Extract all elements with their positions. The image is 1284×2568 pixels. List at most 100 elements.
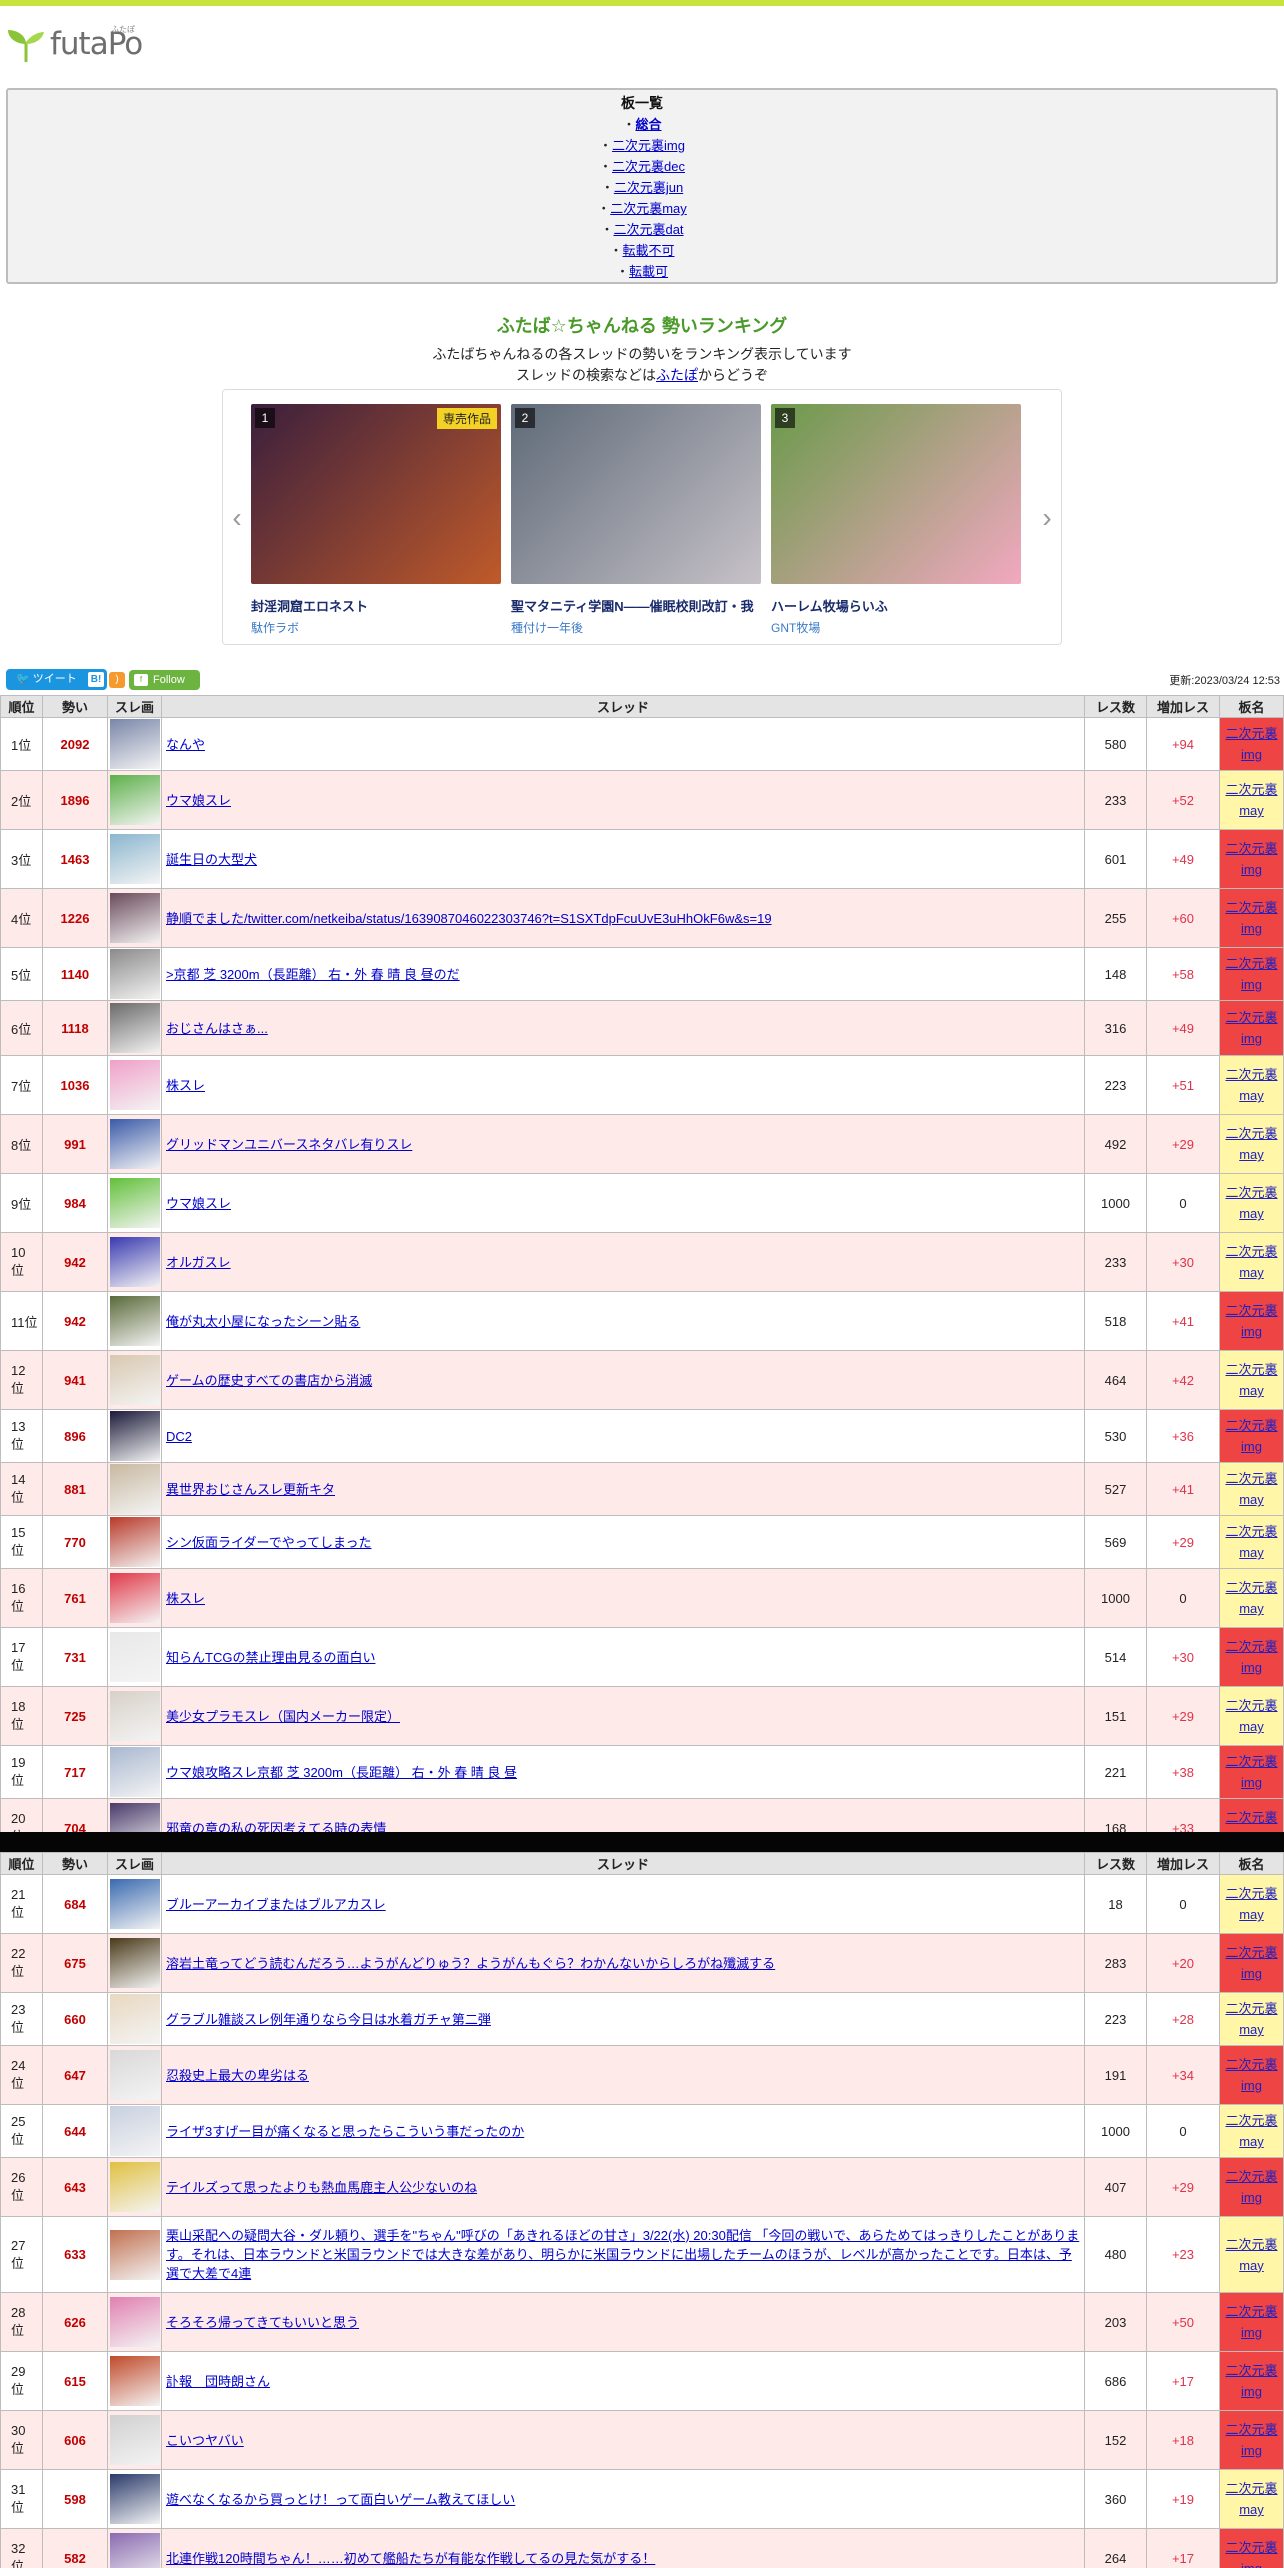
thread-link[interactable]: 静順でました/twitter.com/netkeiba/status/16390… xyxy=(166,909,772,928)
thread-thumbnail[interactable] xyxy=(107,1515,162,1569)
thread-link[interactable]: 忍殺史上最大の卑劣はる xyxy=(166,2066,309,2085)
thread-thumbnail[interactable] xyxy=(107,888,162,948)
board-name-link[interactable]: 二次元裏 img xyxy=(1225,2540,1277,2568)
board-link[interactable]: 二次元裏jun xyxy=(614,180,683,195)
thread-thumbnail[interactable] xyxy=(107,1173,162,1233)
board-name-link[interactable]: 二次元裏 may xyxy=(1225,2001,1277,2037)
thread-link[interactable]: おじさんはさぁ... xyxy=(166,1019,268,1038)
board-name-link[interactable]: 二次元裏 img xyxy=(1225,2057,1277,2093)
thread-link[interactable]: 訃報 団時朗さん xyxy=(166,2372,270,2391)
thread-thumbnail[interactable] xyxy=(107,1568,162,1628)
thread-thumbnail[interactable] xyxy=(107,1291,162,1351)
thread-link[interactable]: 異世界おじさんスレ更新キタ xyxy=(166,1480,335,1499)
thread-thumbnail[interactable] xyxy=(107,2351,162,2411)
board-name-link[interactable]: 二次元裏 may xyxy=(1225,2481,1277,2517)
product-card[interactable]: 2 聖マタニティ学園N――催眠校則改訂・我 種付け一年後 xyxy=(511,404,761,636)
thread-thumbnail[interactable] xyxy=(107,717,162,771)
thread-thumbnail[interactable] xyxy=(107,2045,162,2105)
thread-link[interactable]: 俺が丸太小屋になったシーン貼る xyxy=(166,1312,360,1331)
board-link[interactable]: 二次元裏dat xyxy=(613,222,683,237)
board-link[interactable]: 二次元裏may xyxy=(610,201,687,216)
thread-link[interactable]: グリッドマンユニバースネタバレ有りスレ xyxy=(166,1135,412,1154)
board-name-link[interactable]: 二次元裏 may xyxy=(1225,1698,1277,1734)
thread-link[interactable]: 栗山采配への疑問大谷・ダル頼り、選手を"ちゃん"呼びの「あきれるほどの甘さ」3/… xyxy=(166,2226,1080,2283)
thread-thumbnail[interactable] xyxy=(107,1114,162,1174)
thread-link[interactable]: ウマ娘攻略スレ京都 芝 3200m（長距離） 右・外 春 晴 良 昼 xyxy=(166,1763,517,1782)
thread-link[interactable]: 遊べなくなるから買っとけ！って面白いゲーム教えてほしい xyxy=(166,2490,515,2509)
product-thumbnail[interactable]: 2 xyxy=(511,404,761,584)
thread-link[interactable]: ゲームの歴史すべての書店から消滅 xyxy=(166,1371,372,1390)
thread-thumbnail[interactable] xyxy=(107,1933,162,1993)
thread-thumbnail[interactable] xyxy=(107,1000,162,1056)
thread-thumbnail[interactable] xyxy=(107,2157,162,2217)
thread-thumbnail[interactable] xyxy=(107,1992,162,2046)
product-title[interactable]: 聖マタニティ学園N――催眠校則改訂・我 xyxy=(511,596,761,615)
board-name-link[interactable]: 二次元裏 img xyxy=(1225,900,1277,936)
tweet-button[interactable]: 🐦 ツイート B! xyxy=(6,669,107,690)
thread-thumbnail[interactable] xyxy=(107,1686,162,1746)
board-name-link[interactable]: 二次元裏 may xyxy=(1225,2113,1277,2149)
product-title[interactable]: 封淫洞窟エロネスト xyxy=(251,596,501,615)
thread-link[interactable]: ウマ娘スレ xyxy=(166,791,231,810)
product-maker[interactable]: 駄作ラボ xyxy=(251,619,501,636)
product-card[interactable]: 1 専売作品封淫洞窟エロネスト 駄作ラボ xyxy=(251,404,501,636)
thread-thumbnail[interactable] xyxy=(107,1055,162,1115)
board-link[interactable]: 二次元裏img xyxy=(612,138,685,153)
thread-link[interactable]: 誕生日の大型犬 xyxy=(166,850,257,869)
thread-link[interactable]: オルガスレ xyxy=(166,1253,231,1272)
thread-link[interactable]: グラブル雑談スレ例年通りなら今日は水着ガチャ第二弾 xyxy=(166,2010,491,2029)
product-thumbnail[interactable]: 3 xyxy=(771,404,1021,584)
board-name-link[interactable]: 二次元裏 may xyxy=(1225,2237,1277,2273)
thread-thumbnail[interactable] xyxy=(107,1462,162,1516)
board-name-link[interactable]: 二次元裏 img xyxy=(1225,2304,1277,2340)
thread-thumbnail[interactable] xyxy=(107,2410,162,2470)
board-name-link[interactable]: 二次元裏 img xyxy=(1225,2422,1277,2458)
thread-link[interactable]: >京都 芝 3200m（長距離） 右・外 春 晴 良 昼のだ xyxy=(166,965,460,984)
board-name-link[interactable]: 二次元裏 img xyxy=(1225,2169,1277,2205)
thread-thumbnail[interactable] xyxy=(107,1409,162,1463)
site-logo[interactable]: futaPo ふたぽ xyxy=(6,22,166,66)
board-name-link[interactable]: 二次元裏 may xyxy=(1225,1185,1277,1221)
board-name-link[interactable]: 二次元裏 img xyxy=(1225,1639,1277,1675)
thread-link[interactable]: テイルズって思ったよりも熱血馬鹿主人公少ないのね xyxy=(166,2178,477,2197)
thread-link[interactable]: 美少女プラモスレ（国内メーカー限定） xyxy=(166,1707,400,1726)
thread-thumbnail[interactable] xyxy=(107,2528,162,2568)
product-card[interactable]: 3 ハーレム牧場らいふ GNT牧場 xyxy=(771,404,1021,636)
thread-link[interactable]: こいつヤバい xyxy=(166,2431,244,2450)
thread-thumbnail[interactable] xyxy=(107,1350,162,1410)
thread-thumbnail[interactable] xyxy=(107,1745,162,1799)
board-name-link[interactable]: 二次元裏 may xyxy=(1225,1244,1277,1280)
board-name-link[interactable]: 二次元裏 may xyxy=(1225,1362,1277,1398)
board-name-link[interactable]: 二次元裏 img xyxy=(1225,1418,1277,1454)
board-name-link[interactable]: 二次元裏 may xyxy=(1225,1126,1277,1162)
board-link[interactable]: 転載可 xyxy=(629,264,668,279)
rss-icon[interactable]: ) xyxy=(109,672,125,688)
thread-thumbnail[interactable] xyxy=(107,829,162,889)
chevron-right-icon[interactable]: › xyxy=(1037,502,1057,534)
board-name-link[interactable]: 二次元裏 img xyxy=(1225,1303,1277,1339)
thread-thumbnail[interactable] xyxy=(107,947,162,1001)
thread-thumbnail[interactable] xyxy=(107,2469,162,2529)
product-maker[interactable]: GNT牧場 xyxy=(771,619,1021,636)
thread-link[interactable]: ウマ娘スレ xyxy=(166,1194,231,1213)
product-title[interactable]: ハーレム牧場らいふ xyxy=(771,596,1021,615)
thread-link[interactable]: 株スレ xyxy=(166,1589,205,1608)
product-thumbnail[interactable]: 1 専売作品 xyxy=(251,404,501,584)
board-name-link[interactable]: 二次元裏 img xyxy=(1225,2363,1277,2399)
board-name-link[interactable]: 二次元裏 may xyxy=(1225,1471,1277,1507)
board-name-link[interactable]: 二次元裏 may xyxy=(1225,1524,1277,1560)
thread-thumbnail[interactable] xyxy=(107,1874,162,1934)
board-name-link[interactable]: 二次元裏 img xyxy=(1225,956,1277,992)
thread-thumbnail[interactable] xyxy=(107,2104,162,2158)
board-name-link[interactable]: 二次元裏 img xyxy=(1225,841,1277,877)
board-name-link[interactable]: 二次元裏 img xyxy=(1225,1754,1277,1790)
board-link[interactable]: 総合 xyxy=(636,117,662,132)
board-name-link[interactable]: 二次元裏 may xyxy=(1225,1067,1277,1103)
board-name-link[interactable]: 二次元裏 may xyxy=(1225,1580,1277,1616)
thread-link[interactable]: 北連作戦120時間ちゃん！……初めて艦船たちが有能な作戦してるの見た気がする！ xyxy=(166,2549,655,2568)
thread-thumbnail[interactable] xyxy=(107,770,162,830)
thread-link[interactable]: なんや xyxy=(166,735,205,754)
futapo-link[interactable]: ふたぽ xyxy=(656,367,698,383)
thread-link[interactable]: DC2 xyxy=(166,1427,192,1446)
chevron-left-icon[interactable]: ‹ xyxy=(227,502,247,534)
